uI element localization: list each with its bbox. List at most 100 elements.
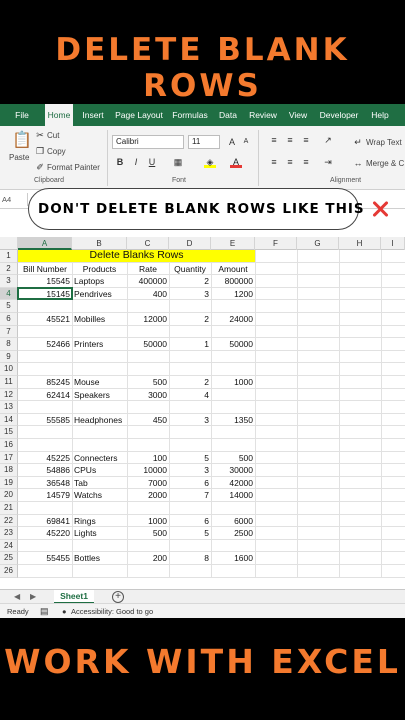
data-cell[interactable]: 50000 [129,338,167,351]
column-header-a[interactable]: A [18,237,72,250]
row-header[interactable]: 1 [0,250,18,263]
data-cell[interactable]: 52466 [20,338,70,351]
menu-tab-developer[interactable]: Developer [317,104,361,126]
menu-tab-help[interactable]: Help [368,104,392,126]
data-cell[interactable]: 1350 [213,414,253,427]
align-left-icon[interactable]: ≡ [268,156,280,168]
column-header-e[interactable]: E [211,237,255,250]
format-painter-button[interactable]: Format Painter [47,163,100,172]
data-cell[interactable]: 2 [171,275,209,288]
row-header[interactable]: 6 [0,313,18,326]
active-cell-indicator[interactable] [17,286,73,301]
menu-tab-formulas[interactable]: Formulas [170,104,210,126]
data-cell[interactable]: 2 [171,313,209,326]
row-header[interactable]: 23 [0,527,18,540]
data-cell[interactable]: 45225 [20,452,70,465]
data-cell[interactable]: Connecters [74,452,125,465]
data-cell[interactable]: 450 [129,414,167,427]
prev-sheet-icon[interactable]: ◀ [14,590,20,604]
data-cell[interactable]: 1000 [213,376,253,389]
data-cell[interactable]: Bottles [74,552,125,565]
data-cell[interactable]: 30000 [213,464,253,477]
menu-tab-page-layout[interactable]: Page Layout [114,104,164,126]
menu-tab-view[interactable]: View [286,104,310,126]
next-sheet-icon[interactable]: ▶ [30,590,36,604]
data-cell[interactable]: 2 [171,376,209,389]
data-cell[interactable]: 8 [171,552,209,565]
menu-tab-home[interactable]: Home [45,104,73,126]
accessibility-status[interactable]: Accessibility: Good to go [71,604,153,618]
align-center-icon[interactable]: ≡ [284,156,296,168]
data-cell[interactable]: 1000 [129,515,167,528]
data-cell[interactable]: 3000 [129,389,167,402]
paste-button[interactable]: Paste [9,153,29,162]
data-cell[interactable]: 7000 [129,477,167,490]
column-label-cell[interactable]: Quantity [171,263,209,276]
data-cell[interactable]: 36548 [20,477,70,490]
align-middle-icon[interactable]: ≡ [284,134,296,146]
column-label-cell[interactable]: Products [74,263,125,276]
column-label-cell[interactable]: Bill Number [20,263,70,276]
row-header[interactable]: 4 [0,287,18,301]
row-header[interactable]: 15 [0,426,18,439]
data-cell[interactable]: Speakers [74,389,125,402]
bold-button[interactable]: B [114,156,126,168]
data-cell[interactable]: Lights [74,527,125,540]
data-cell[interactable]: 14579 [20,489,70,502]
data-cell[interactable]: 62414 [20,389,70,402]
data-cell[interactable]: 2500 [213,527,253,540]
row-header[interactable]: 16 [0,439,18,452]
paste-icon[interactable]: 📋 [12,130,32,152]
data-cell[interactable]: 85245 [20,376,70,389]
menu-tab-insert[interactable]: Insert [81,104,105,126]
spreadsheet-grid[interactable]: ABCDEFGHI 1 2 3 4 5 6 7 8 9 10 11 12 13 14 15 16 17 18 19 2… [0,237,405,589]
row-header[interactable]: 14 [0,413,18,427]
data-cell[interactable]: 1200 [213,288,253,301]
row-header[interactable]: 13 [0,401,18,414]
menu-tab-review[interactable]: Review [247,104,279,126]
data-cell[interactable]: 54886 [20,464,70,477]
row-header[interactable]: 22 [0,514,18,528]
data-cell[interactable]: 500 [129,376,167,389]
align-bottom-icon[interactable]: ≡ [300,134,312,146]
data-cell[interactable]: 4 [171,389,209,402]
data-cell[interactable]: Mouse [74,376,125,389]
row-header[interactable]: 17 [0,451,18,465]
row-header[interactable]: 12 [0,388,18,402]
column-header-h[interactable]: H [339,237,381,250]
column-header-f[interactable]: F [255,237,297,250]
row-header[interactable]: 21 [0,502,18,515]
data-cell[interactable]: 400000 [129,275,167,288]
data-cell[interactable]: Watchs [74,489,125,502]
data-cell[interactable]: 24000 [213,313,253,326]
row-header[interactable]: 3 [0,275,18,288]
borders-icon[interactable]: ▦ [172,156,184,168]
data-cell[interactable]: 12000 [129,313,167,326]
data-cell[interactable]: 55585 [20,414,70,427]
column-label-cell[interactable]: Amount [213,263,253,276]
row-header[interactable]: 25 [0,552,18,565]
data-cell[interactable]: 6 [171,477,209,490]
macro-recording-icon[interactable]: ▤ [40,604,49,618]
data-cell[interactable]: 500 [129,527,167,540]
italic-button[interactable]: I [130,156,142,168]
align-top-icon[interactable]: ≡ [268,134,280,146]
increase-font-icon[interactable]: A [226,136,238,148]
row-header[interactable]: 20 [0,489,18,502]
data-cell[interactable]: 45220 [20,527,70,540]
row-header[interactable]: 10 [0,363,18,376]
fill-color-icon[interactable]: ◈ [204,156,216,168]
row-header[interactable]: 18 [0,464,18,477]
data-cell[interactable]: 6000 [213,515,253,528]
data-cell[interactable]: 69841 [20,515,70,528]
data-cell[interactable]: Mobilles [74,313,125,326]
data-cell[interactable]: 50000 [213,338,253,351]
select-all-corner[interactable] [0,237,18,250]
merge-button[interactable]: Merge & C [366,159,404,168]
data-cell[interactable]: 200 [129,552,167,565]
underline-button[interactable]: U [146,156,158,168]
row-header[interactable]: 9 [0,350,18,364]
data-cell[interactable]: 14000 [213,489,253,502]
data-cell[interactable]: Laptops [74,275,125,288]
font-size-select[interactable]: 11 [188,135,220,149]
